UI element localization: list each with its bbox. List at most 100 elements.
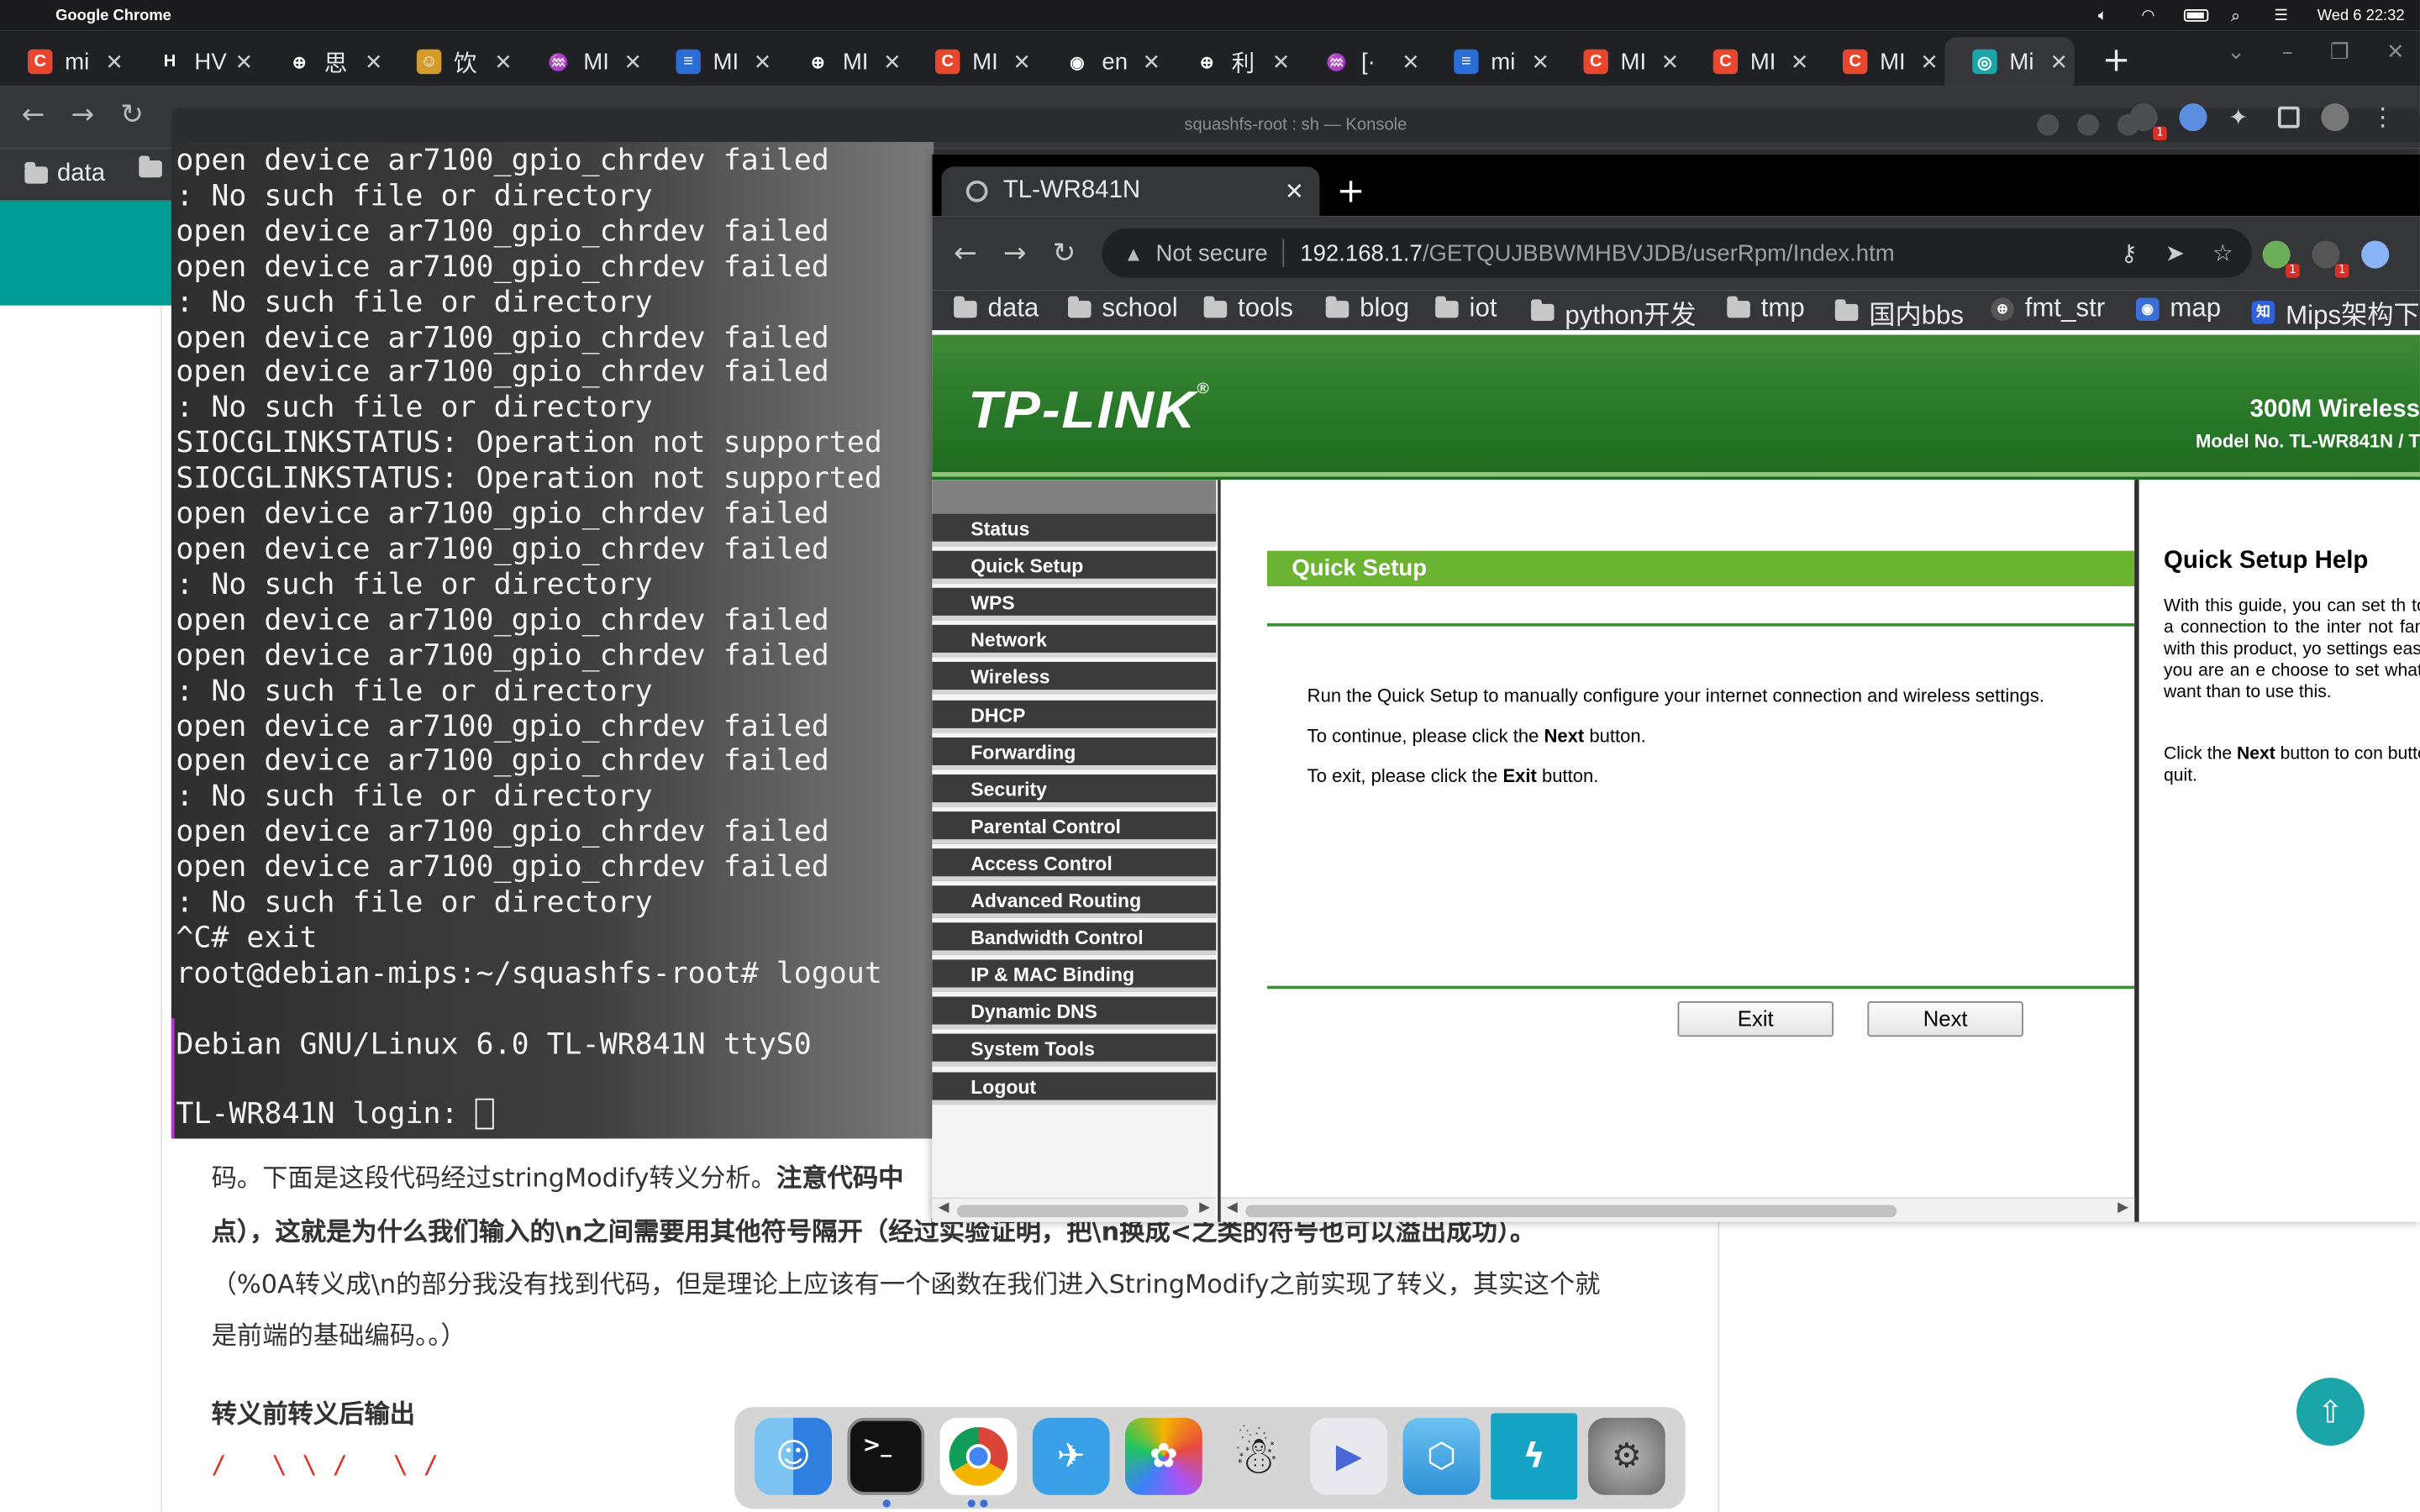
browser-tab[interactable]: ⊕ MI ✕ xyxy=(778,37,908,87)
close-tab-icon[interactable]: ✕ xyxy=(235,50,254,76)
scroll-thumb[interactable] xyxy=(956,1205,1189,1218)
key-icon[interactable]: ⚷ xyxy=(2121,239,2138,267)
browser-tab[interactable]: ◉ en ✕ xyxy=(1037,37,1166,87)
close-tab-icon[interactable]: ✕ xyxy=(494,50,513,76)
extension-icon[interactable] xyxy=(2361,240,2390,269)
bookmark-item[interactable]: school xyxy=(1067,293,1178,324)
router-menu-ip-mac-binding[interactable]: IP & MAC Binding xyxy=(932,959,1217,993)
menu-horizontal-scrollbar[interactable]: ◀ ▶ xyxy=(932,1197,1217,1222)
router-menu-security[interactable]: Security xyxy=(932,774,1217,807)
scroll-left-icon[interactable]: ◀ xyxy=(1227,1200,1238,1215)
next-button[interactable]: Next xyxy=(1867,1001,2023,1037)
close-tab-icon[interactable]: ✕ xyxy=(1531,50,1549,76)
bookmark-item[interactable]: blog xyxy=(1325,293,1409,324)
router-menu-wireless[interactable]: Wireless xyxy=(932,662,1217,696)
close-window-button[interactable]: ✕ xyxy=(2386,40,2405,65)
extension-icon[interactable] xyxy=(2262,240,2300,278)
router-menu-forwarding[interactable]: Forwarding xyxy=(932,737,1217,769)
reload-icon[interactable]: ↻ xyxy=(120,99,144,132)
menubar-clock[interactable]: Wed 6 22:32 xyxy=(2317,7,2405,24)
close-tab-icon[interactable]: ✕ xyxy=(1013,50,1031,76)
close-tab-icon[interactable]: ✕ xyxy=(1285,177,1304,205)
close-tab-icon[interactable]: ✕ xyxy=(2050,50,2069,76)
close-tab-icon[interactable]: ✕ xyxy=(883,50,902,76)
browser-tab[interactable]: C MI ✕ xyxy=(1555,37,1685,87)
bookmark-item[interactable]: ⊕ fmt_str xyxy=(1991,293,2105,324)
close-tab-icon[interactable]: ✕ xyxy=(1661,50,1680,76)
finder-icon[interactable]: ☺ xyxy=(755,1417,832,1495)
player-icon[interactable]: ▶ xyxy=(1310,1417,1388,1495)
bookmark-item[interactable]: 知 Mips架构下 xyxy=(2251,293,2420,332)
bookmark-item[interactable]: 国内bbs xyxy=(1834,293,1964,332)
address-bar[interactable]: ▲ Not secure 192.168.1.7/GETQUJBBWMHBVJD… xyxy=(1102,228,2252,278)
router-menu-status[interactable]: Status xyxy=(932,513,1217,547)
extension-icon[interactable] xyxy=(2312,240,2349,278)
konsole-help-button[interactable] xyxy=(2037,113,2060,136)
side-panel-icon[interactable] xyxy=(2277,105,2300,128)
bookmark-item[interactable]: tmp xyxy=(1727,293,1805,324)
browser-tab[interactable]: C MI ✕ xyxy=(908,37,1037,87)
new-tab-button[interactable]: + xyxy=(1337,173,1365,212)
browser-tab[interactable]: C MI ✕ xyxy=(1815,37,1944,87)
battery-icon[interactable] xyxy=(2184,9,2210,22)
router-tab[interactable]: TL-WR841N ✕ xyxy=(941,166,1320,217)
control-center-icon[interactable]: ☰ xyxy=(2274,8,2296,24)
browser-tab[interactable]: ≡ mi ✕ xyxy=(1426,37,1555,87)
browser-tab[interactable]: Cmi ✕ xyxy=(0,37,129,87)
extension-icon[interactable] xyxy=(2129,102,2167,140)
router-menu-quick-setup[interactable]: Quick Setup xyxy=(932,550,1217,584)
router-menu-dynamic-dns[interactable]: Dynamic DNS xyxy=(932,997,1217,1030)
scroll-left-icon[interactable]: ◀ xyxy=(939,1200,950,1215)
scroll-right-icon[interactable]: ▶ xyxy=(2118,1200,2128,1215)
forward-icon[interactable]: → xyxy=(1003,238,1027,270)
system-preferences-icon[interactable]: ⚙ xyxy=(1587,1417,1665,1495)
bookmark-item[interactable]: tools xyxy=(1203,293,1293,324)
back-icon[interactable]: ← xyxy=(954,238,977,270)
browser-tab[interactable]: ☺ 饮 ✕ xyxy=(389,37,518,87)
browser-tab[interactable]: ♒ [· ✕ xyxy=(1297,37,1426,87)
reload-icon[interactable]: ↻ xyxy=(1053,238,1076,270)
close-tab-icon[interactable]: ✕ xyxy=(624,50,643,76)
browser-tab[interactable]: ⊕ 思 ✕ xyxy=(260,37,389,87)
chrome-menu-icon[interactable]: ⋮ xyxy=(2370,102,2395,131)
star-icon[interactable]: ☆ xyxy=(2212,239,2233,267)
router-menu-dhcp[interactable]: DHCP xyxy=(932,699,1217,732)
close-tab-icon[interactable]: ✕ xyxy=(365,50,383,76)
photos-icon[interactable]: ✿ xyxy=(1124,1417,1202,1495)
bookmark-item[interactable]: data xyxy=(954,293,1039,324)
active-app-name[interactable]: Google Chrome xyxy=(55,7,171,24)
scroll-thumb[interactable] xyxy=(1245,1205,1897,1218)
volume-icon[interactable]: 🔈︎ xyxy=(2098,8,2120,24)
content-horizontal-scrollbar[interactable]: ◀ ▶ xyxy=(1220,1197,2135,1222)
exit-button[interactable]: Exit xyxy=(1677,1001,1833,1037)
bookmark-item[interactable]: python开发 xyxy=(1531,293,1697,332)
router-menu-parental-control[interactable]: Parental Control xyxy=(932,811,1217,844)
chrome-icon[interactable] xyxy=(939,1417,1018,1495)
terminal-icon[interactable]: >_ xyxy=(847,1417,925,1495)
close-tab-icon[interactable]: ✕ xyxy=(1143,50,1161,76)
wifi-icon[interactable]: ◠ xyxy=(2141,8,2163,24)
network-tool-icon[interactable]: ⬡ xyxy=(1402,1417,1481,1495)
close-tab-icon[interactable]: ✕ xyxy=(754,50,772,76)
konsole-minimize-button[interactable] xyxy=(2077,113,2099,136)
router-menu-network[interactable]: Network xyxy=(932,625,1217,658)
back-to-top-rocket-icon[interactable]: ⇧ xyxy=(2296,1378,2365,1446)
router-menu-bandwidth-control[interactable]: Bandwidth Control xyxy=(932,922,1217,956)
terminal-output[interactable]: open device ar7100_gpio_chrdev failed : … xyxy=(171,141,934,1139)
send-icon[interactable]: ➤ xyxy=(2165,239,2185,267)
forward-icon[interactable]: → xyxy=(71,99,94,132)
close-tab-icon[interactable]: ✕ xyxy=(1791,50,1809,76)
scroll-right-icon[interactable]: ▶ xyxy=(1199,1200,1210,1215)
puzzle-icon[interactable]: ✦ xyxy=(2228,102,2256,130)
new-tab-button[interactable]: + xyxy=(2102,42,2131,81)
router-menu-wps[interactable]: WPS xyxy=(932,588,1217,621)
profile-avatar[interactable] xyxy=(2321,102,2349,131)
browser-tab[interactable]: H HV ✕ xyxy=(129,37,259,87)
bookmark-item[interactable]: iot xyxy=(1435,293,1497,324)
bolt-app-icon[interactable]: ϟ xyxy=(1491,1413,1578,1500)
not-secure-label[interactable]: Not secure xyxy=(1155,240,1267,266)
close-tab-icon[interactable]: ✕ xyxy=(1272,50,1291,76)
browser-tab[interactable]: ⊕ 利 ✕ xyxy=(1167,37,1297,87)
router-menu-system-tools[interactable]: System Tools xyxy=(932,1034,1217,1067)
browser-tab[interactable]: ≡ MI ✕ xyxy=(648,37,777,87)
